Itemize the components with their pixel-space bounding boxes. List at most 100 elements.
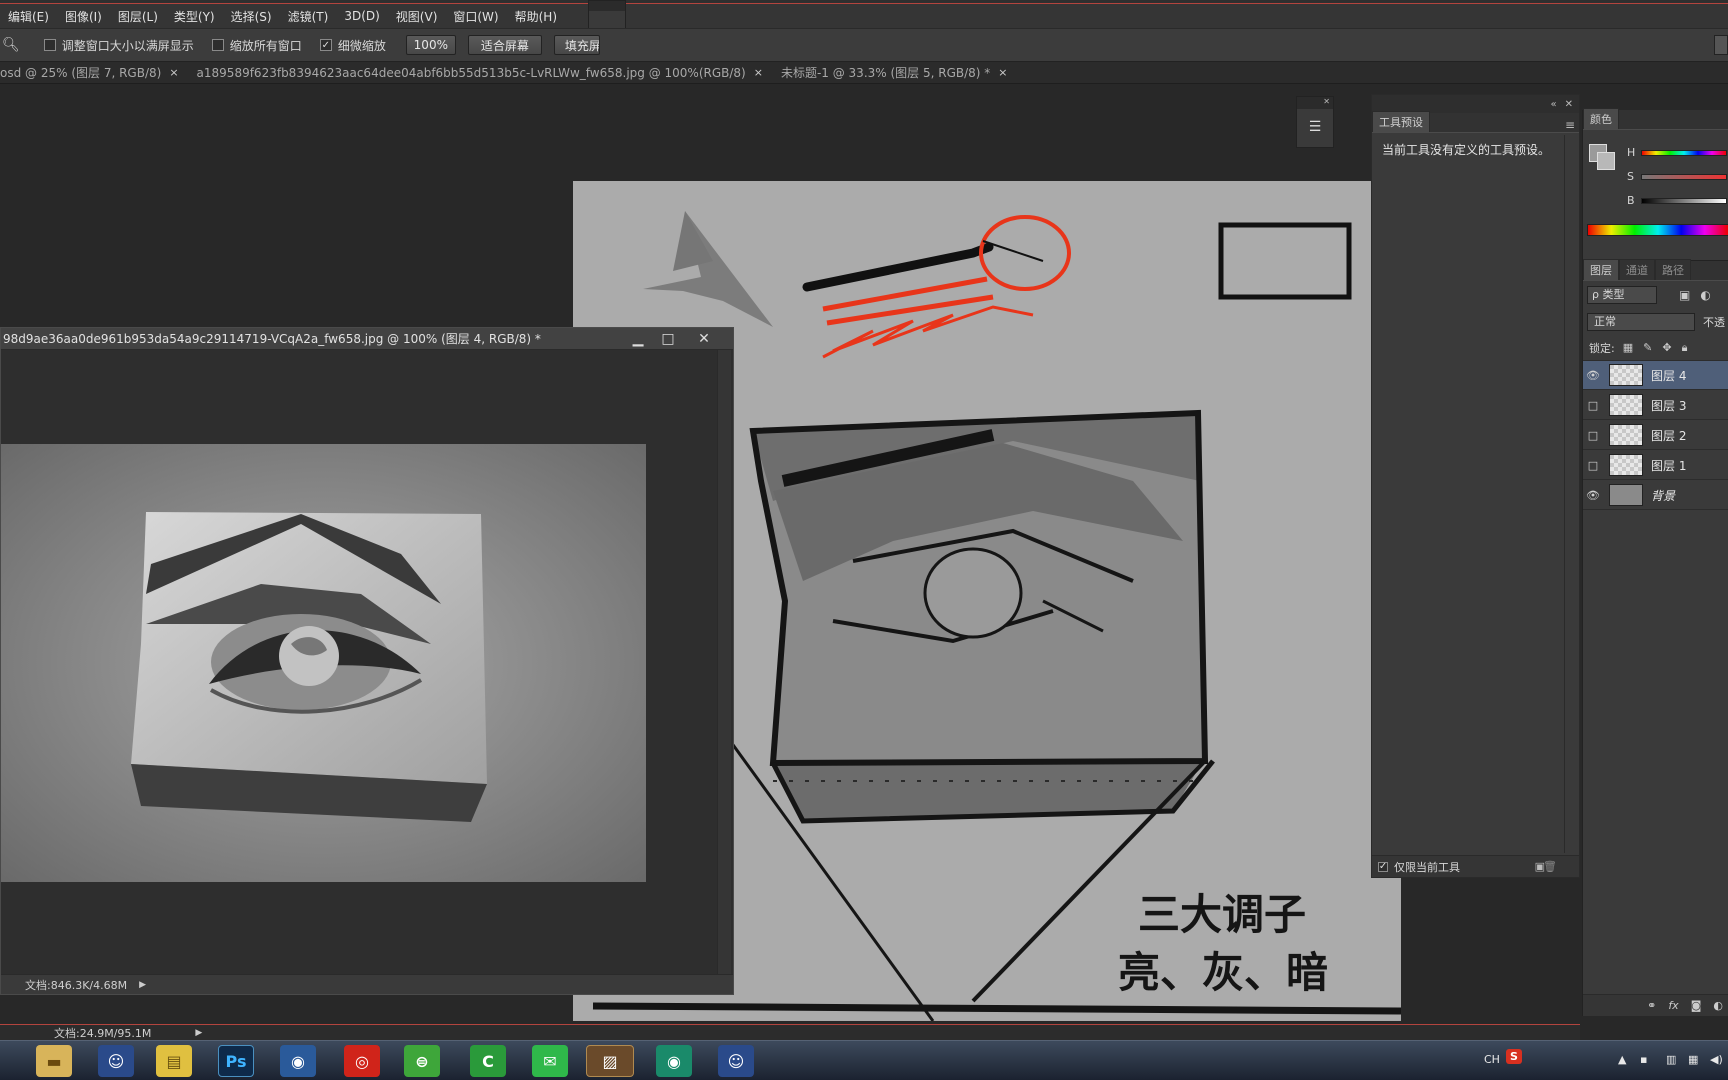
menu-select[interactable]: 选择(S): [223, 8, 280, 25]
adjustment-filter-icon[interactable]: ◐: [1700, 288, 1710, 302]
fit-window-checkbox[interactable]: 调整窗口大小以满屏显示: [43, 37, 194, 54]
menu-image[interactable]: 图像(I): [57, 8, 110, 25]
tab-untitled[interactable]: 未标题-1 @ 33.3% (图层 5, RGB/8) * ×: [781, 64, 1014, 81]
layer-row-1[interactable]: □ 图层 1: [1583, 451, 1728, 480]
status-menu-arrow-icon[interactable]: ▶: [139, 980, 146, 990]
menu-3d[interactable]: 3D(D): [336, 9, 387, 23]
tab-paths[interactable]: 路径: [1655, 259, 1691, 280]
wechat-icon[interactable]: ✉: [532, 1045, 568, 1077]
lock-label: 锁定:: [1589, 341, 1615, 355]
color-spectrum-ramp[interactable]: [1587, 224, 1728, 236]
hue-slider[interactable]: [1641, 150, 1727, 156]
add-mask-icon[interactable]: ◙: [1691, 999, 1702, 1012]
layer-row-4[interactable]: 👁︎ 图层 4: [1583, 361, 1728, 390]
image-filter-icon[interactable]: ▣: [1679, 288, 1690, 302]
menu-edit[interactable]: 编辑(E): [0, 8, 57, 25]
zoom-tool-icon[interactable]: 🔍︎: [2, 37, 20, 53]
options-right-button[interactable]: [1714, 35, 1728, 55]
tab-layers[interactable]: 图层: [1583, 259, 1619, 280]
visibility-off-icon[interactable]: □: [1583, 429, 1603, 442]
notepad-icon[interactable]: ▤: [156, 1045, 192, 1077]
document-window-titlebar[interactable]: 98d9ae36aa0de961b953da54a9c29114719-VCqA…: [1, 328, 733, 350]
close-icon[interactable]: ✕: [693, 330, 715, 348]
reference-eye-image[interactable]: [1, 444, 646, 882]
mini-panel-close-icon[interactable]: ✕: [1297, 97, 1333, 109]
volume-icon[interactable]: ◀): [1710, 1053, 1723, 1066]
visibility-off-icon[interactable]: □: [1583, 399, 1603, 412]
qq-icon-2[interactable]: ☺: [718, 1045, 754, 1077]
color-panel[interactable]: 颜色 H S B: [1583, 108, 1728, 250]
iqiyi-icon[interactable]: ◉: [656, 1045, 692, 1077]
tray-app-icon[interactable]: ▪: [1640, 1053, 1647, 1066]
photo-viewer-icon[interactable]: ▨: [586, 1045, 634, 1077]
netease-music-icon[interactable]: ◎: [344, 1045, 380, 1077]
layer-row-background[interactable]: 👁︎ 背景: [1583, 481, 1728, 510]
mini-panel-header[interactable]: [589, 1, 625, 11]
blend-mode-select[interactable]: 正常: [1587, 313, 1695, 331]
menu-layer[interactable]: 图层(L): [110, 8, 166, 25]
scrubby-zoom-checkbox[interactable]: ✓ 细微缩放: [319, 37, 386, 54]
saturation-slider[interactable]: [1641, 174, 1727, 180]
layer-row-3[interactable]: □ 图层 3: [1583, 391, 1728, 420]
menu-view[interactable]: 视图(V): [388, 8, 446, 25]
background-color-swatch[interactable]: [1597, 152, 1615, 170]
qq-icon[interactable]: ☺: [98, 1045, 134, 1077]
zoom-all-checkbox[interactable]: 缩放所有窗口: [211, 37, 302, 54]
fit-window-box[interactable]: [43, 39, 56, 51]
menu-type[interactable]: 类型(Y): [166, 8, 223, 25]
tool-preset-panel[interactable]: « ✕ 工具预设 ≡ 当前工具没有定义的工具预设。 ✓ 仅限当前工具 ▣ 🗑︎: [1371, 94, 1580, 878]
lock-move-icon[interactable]: ✥: [1662, 341, 1671, 354]
tab-close-icon[interactable]: ×: [754, 66, 763, 79]
visibility-eye-icon[interactable]: 👁︎: [1583, 369, 1603, 382]
reference-document-window[interactable]: 98d9ae36aa0de961b953da54a9c29114719-VCqA…: [0, 327, 734, 995]
link-layers-icon[interactable]: ⚭: [1647, 999, 1656, 1012]
360-browser-icon[interactable]: ⊜: [404, 1045, 440, 1077]
current-tool-only-checkbox[interactable]: ✓: [1378, 861, 1388, 872]
menu-filter[interactable]: 滤镜(T): [280, 8, 337, 25]
layers-panel[interactable]: 图层 通道 路径 ρ 类型 ▣ ◐ 正常 不透 锁定: ▦ ✎ ✥ 🔒︎ 👁︎ …: [1583, 259, 1728, 1016]
delete-preset-icon[interactable]: 🗑︎: [1543, 860, 1557, 873]
lock-paint-icon[interactable]: ✎: [1643, 341, 1652, 354]
adjust-sliders-icon[interactable]: ☰: [1297, 119, 1333, 135]
zoom-all-box[interactable]: [211, 39, 224, 51]
tray-expand-icon[interactable]: ▲: [1618, 1053, 1626, 1066]
tab-reference-jpg[interactable]: a189589f623fb8394623aac64dee04abf6bb55d5…: [197, 66, 769, 80]
collapse-icon[interactable]: «: [1550, 99, 1556, 110]
lock-transparent-icon[interactable]: ▦: [1623, 341, 1633, 354]
document-scrollbar[interactable]: [717, 350, 731, 974]
close-panel-icon[interactable]: ✕: [1565, 99, 1573, 110]
layer-row-2[interactable]: □ 图层 2: [1583, 421, 1728, 450]
properties-mini-panel[interactable]: ✕ ☰: [1296, 96, 1334, 148]
minimize-icon[interactable]: ▁: [627, 330, 649, 348]
menu-help[interactable]: 帮助(H): [507, 8, 565, 25]
folder-icon[interactable]: ▬: [36, 1045, 72, 1077]
tab-close-icon[interactable]: ×: [998, 66, 1007, 79]
network-icon[interactable]: ▥: [1666, 1053, 1676, 1066]
camtasia-icon[interactable]: C: [470, 1045, 506, 1077]
adjustment-layer-icon[interactable]: ◐: [1713, 999, 1723, 1012]
tab-channels[interactable]: 通道: [1619, 259, 1655, 280]
visibility-eye-icon[interactable]: 👁︎: [1583, 489, 1603, 502]
fill-screen-button[interactable]: 填充屏: [553, 35, 600, 55]
maximize-icon[interactable]: □: [657, 330, 679, 348]
lock-all-icon[interactable]: 🔒︎: [1682, 341, 1688, 355]
fx-icon[interactable]: fx: [1668, 999, 1678, 1012]
panel-menu-icon[interactable]: ≡: [1565, 118, 1579, 132]
tab-osd[interactable]: osd @ 25% (图层 7, RGB/8) ×: [0, 64, 185, 81]
tab-color[interactable]: 颜色: [1583, 108, 1619, 129]
browser-icon[interactable]: ◉: [280, 1045, 316, 1077]
fit-screen-button[interactable]: 适合屏幕: [467, 35, 542, 55]
scrubby-zoom-box[interactable]: ✓: [319, 39, 332, 51]
tab-tool-preset[interactable]: 工具预设: [1372, 111, 1430, 132]
status-menu-arrow-icon[interactable]: ▶: [195, 1028, 202, 1038]
tab-close-icon[interactable]: ×: [169, 66, 178, 79]
sogou-ime-icon[interactable]: S: [1506, 1049, 1522, 1064]
photoshop-icon[interactable]: Ps: [218, 1045, 254, 1077]
layer-kind-filter[interactable]: ρ 类型: [1587, 286, 1657, 304]
network-icon-2[interactable]: ▦: [1688, 1053, 1698, 1066]
visibility-off-icon[interactable]: □: [1583, 459, 1603, 472]
ime-indicator[interactable]: CH: [1484, 1053, 1500, 1066]
menu-window[interactable]: 窗口(W): [445, 8, 506, 25]
brightness-slider[interactable]: [1641, 198, 1727, 204]
zoom-100-button[interactable]: 100%: [405, 35, 456, 55]
